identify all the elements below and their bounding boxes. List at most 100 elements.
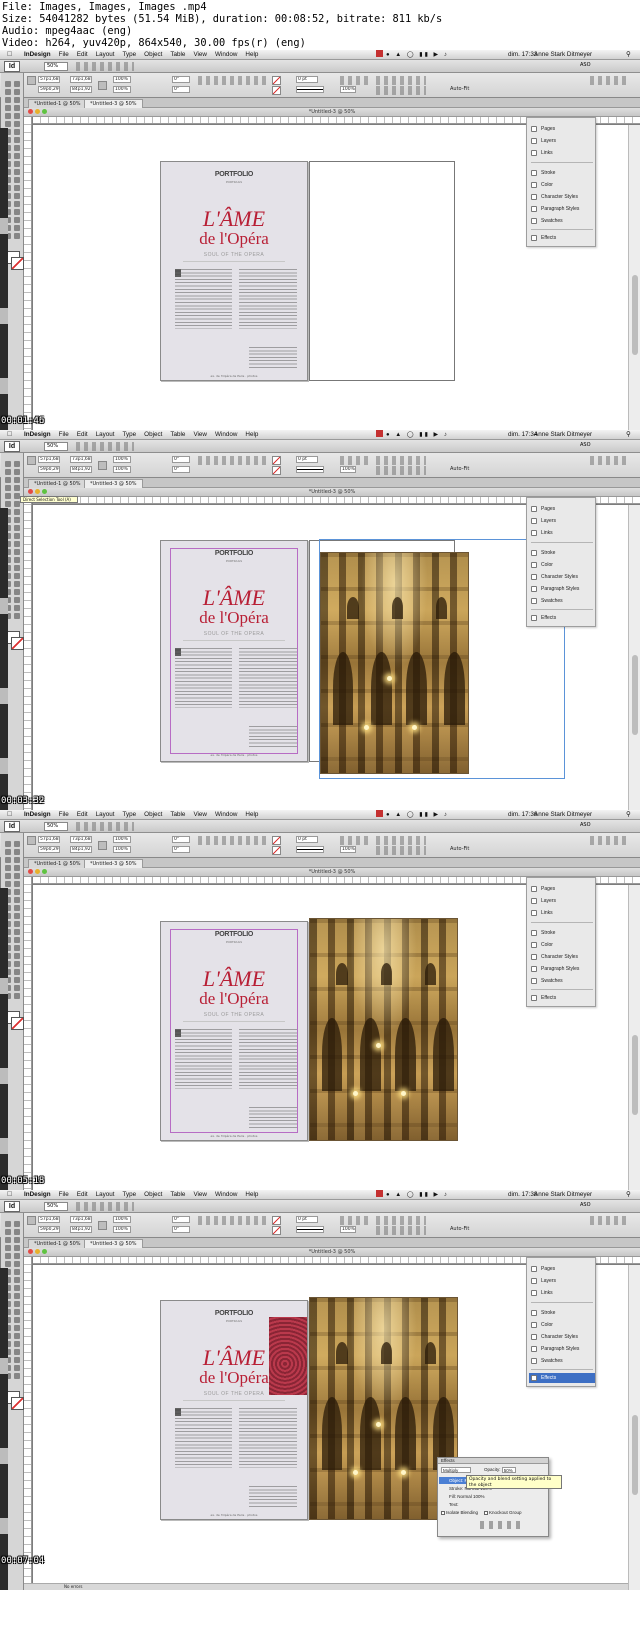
menu-item[interactable]: Layout	[96, 51, 115, 58]
transform-icons[interactable]	[198, 456, 268, 465]
tool-icon[interactable]	[5, 89, 11, 95]
tool-icon[interactable]	[14, 533, 20, 539]
minimize-icon[interactable]	[35, 109, 40, 114]
tool-icon[interactable]	[14, 873, 20, 879]
scale-x-field[interactable]: 100%	[113, 836, 131, 843]
tool-icon[interactable]	[14, 1365, 20, 1371]
stroke-weight-field[interactable]: 0 pt	[296, 456, 318, 463]
tool-icon[interactable]	[14, 201, 20, 207]
tool-icon[interactable]	[14, 905, 20, 911]
menu-app-name[interactable]: InDesign	[24, 811, 51, 818]
opacity-field[interactable]: 100%	[340, 86, 356, 93]
user-name[interactable]: Anne Stark Ditmeyer	[534, 810, 592, 820]
tool-icon[interactable]	[14, 153, 20, 159]
fill-swatch-icon[interactable]	[272, 836, 281, 845]
apple-icon[interactable]: 	[7, 1190, 12, 1200]
auto-fit-checkbox[interactable]: Auto-Fit	[450, 846, 469, 852]
fill-swatch-icon[interactable]	[272, 1216, 281, 1225]
workspace-switcher[interactable]: ASO	[580, 442, 591, 448]
tool-icon[interactable]	[14, 1237, 20, 1243]
close-icon[interactable]	[28, 1249, 33, 1254]
tool-icon[interactable]	[14, 881, 20, 887]
view-options-icons[interactable]	[76, 62, 134, 71]
tool-icon[interactable]	[14, 1317, 20, 1323]
effects-target-row[interactable]: Fill: Normal 100%	[439, 1493, 549, 1500]
rotate-field[interactable]: 0°	[172, 456, 190, 463]
fitting-icons[interactable]	[376, 76, 426, 85]
tool-icon[interactable]	[14, 1261, 20, 1267]
panel-tab[interactable]: Color	[529, 180, 595, 190]
tool-icon[interactable]	[14, 993, 20, 999]
tab-untitled-3[interactable]: *Untitled-3 @ 50%	[84, 1239, 143, 1248]
control-menu-icons[interactable]	[590, 76, 630, 85]
tool-icon[interactable]	[5, 1253, 11, 1259]
spotlight-icon[interactable]: ⚲	[626, 1190, 631, 1200]
tool-icon[interactable]	[5, 1221, 11, 1227]
menu-item[interactable]: File	[59, 811, 69, 818]
panel-tab[interactable]: Effects	[529, 233, 595, 243]
tool-icon[interactable]	[5, 477, 11, 483]
tool-icon[interactable]	[14, 961, 20, 967]
menu-item[interactable]: Object	[144, 811, 162, 818]
shear-field[interactable]: 0°	[172, 1226, 190, 1233]
panel-tab[interactable]: Links	[529, 528, 595, 538]
panel-tab[interactable]: Layers	[529, 136, 595, 146]
tab-untitled-3[interactable]: *Untitled-3 @ 50%	[84, 859, 143, 868]
tool-icon[interactable]	[14, 913, 20, 919]
tool-icon[interactable]	[14, 865, 20, 871]
tool-icon[interactable]	[14, 1301, 20, 1307]
alignment-icons[interactable]	[376, 846, 426, 855]
reference-point-icon[interactable]	[27, 836, 36, 845]
menu-item[interactable]: Type	[123, 51, 137, 58]
width-field[interactable]: 73p1,68	[70, 836, 92, 843]
height-field[interactable]: 84p1,92	[70, 1226, 92, 1233]
width-field[interactable]: 73p1,68	[70, 1216, 92, 1223]
menu-item[interactable]: Help	[245, 51, 258, 58]
stroke-swatch-icon[interactable]	[272, 1226, 281, 1235]
close-icon[interactable]	[28, 489, 33, 494]
user-name[interactable]: Anne Stark Ditmeyer	[534, 50, 592, 60]
panel-tab[interactable]: Pages	[529, 884, 595, 894]
zoom-icon[interactable]	[42, 1249, 47, 1254]
view-options-icons[interactable]	[76, 442, 134, 451]
tool-icon[interactable]	[14, 129, 20, 135]
tool-icon[interactable]	[14, 565, 20, 571]
tab-untitled-3[interactable]: *Untitled-3 @ 50%	[84, 479, 143, 488]
menu-item[interactable]: Window	[215, 811, 237, 818]
tool-icon[interactable]	[14, 469, 20, 475]
tool-icon[interactable]	[14, 1357, 20, 1363]
stroke-color-swatch[interactable]	[11, 637, 24, 650]
menu-item[interactable]: Help	[245, 811, 258, 818]
tool-icon[interactable]	[14, 145, 20, 151]
panel-tab[interactable]: Links	[529, 1288, 595, 1298]
menu-item[interactable]: Type	[123, 811, 137, 818]
zoom-icon[interactable]	[42, 109, 47, 114]
menu-item[interactable]: Edit	[77, 1191, 88, 1198]
panel-tab[interactable]: Swatches	[529, 596, 595, 606]
stroke-type-select[interactable]	[296, 1226, 324, 1233]
y-position-field[interactable]: 59p0,29	[38, 466, 60, 473]
menu-item[interactable]: Object	[144, 51, 162, 58]
tool-icon[interactable]	[14, 589, 20, 595]
tool-icon[interactable]	[5, 485, 11, 491]
tab-untitled-1[interactable]: *Untitled-1 @ 50%	[28, 479, 87, 488]
fitting-icons[interactable]	[376, 836, 426, 845]
menu-item[interactable]: Table	[170, 431, 185, 438]
panel-tab[interactable]: Swatches	[529, 216, 595, 226]
workspace-switcher[interactable]: ASO	[580, 822, 591, 828]
panel-tab[interactable]: Character Styles	[529, 192, 595, 202]
menu-item[interactable]: Edit	[77, 51, 88, 58]
tool-icon[interactable]	[14, 1277, 20, 1283]
stroke-color-swatch[interactable]	[11, 257, 24, 270]
scale-y-field[interactable]: 100%	[113, 86, 131, 93]
tool-icon[interactable]	[14, 509, 20, 515]
scrollbar-thumb[interactable]	[632, 655, 638, 735]
left-page[interactable]: PORTFOLIO PORTRAILS L'ÂME de l'Opéra SOUL OF…	[160, 161, 308, 381]
minimize-icon[interactable]	[35, 869, 40, 874]
tool-icon[interactable]	[5, 493, 11, 499]
constrain-link-icon[interactable]	[98, 1221, 107, 1230]
panel-tab[interactable]: Effects	[529, 1373, 595, 1383]
tool-icon[interactable]	[14, 225, 20, 231]
tool-icon[interactable]	[14, 953, 20, 959]
tool-icon[interactable]	[14, 477, 20, 483]
